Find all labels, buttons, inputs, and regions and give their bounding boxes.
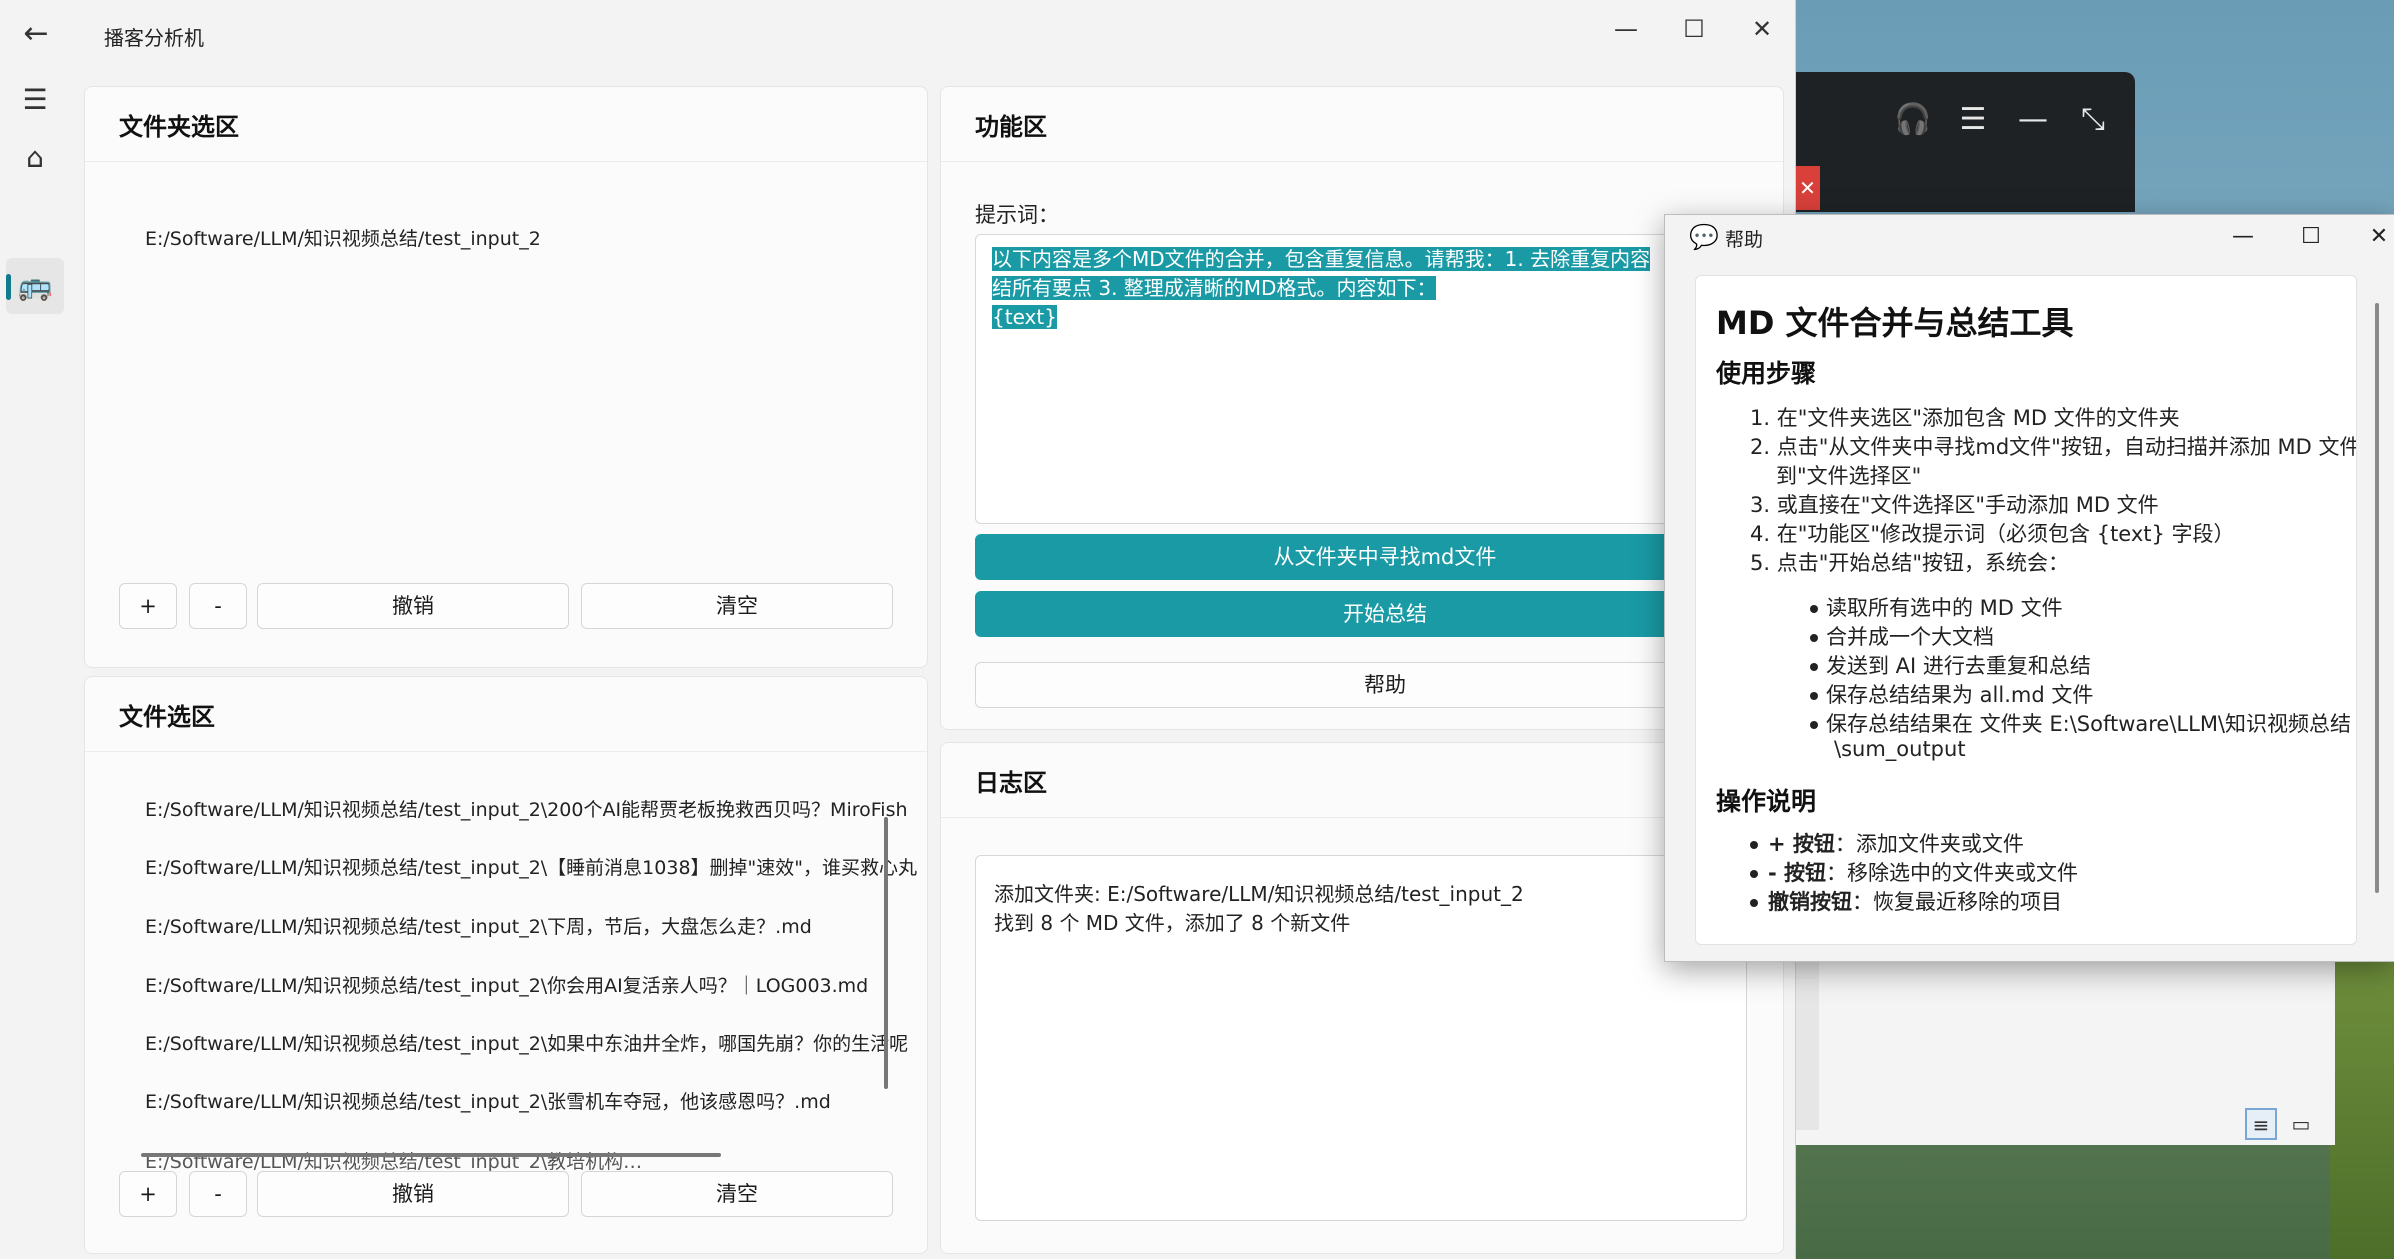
headset-icon[interactable]: 🎧 — [1893, 100, 1933, 140]
file-list-item[interactable]: E:/Software/LLM/知识视频总结/test_input_2\200个… — [145, 795, 908, 822]
maximize-button[interactable]: ☐ — [1664, 8, 1724, 50]
help-step: 2. 点击"从文件夹中寻找md文件"按钮，自动扫描并添加 MD 文件 — [1750, 435, 2357, 459]
help-maximize-button[interactable]: ☐ — [2281, 217, 2341, 257]
help-scrollbar[interactable] — [2375, 303, 2379, 893]
folder-list-item[interactable]: E:/Software/LLM/知识视频总结/test_input_2 — [145, 224, 541, 251]
background-window-titlebar: 🎧 ☰ — ⤡ — [1795, 72, 2135, 212]
log-output[interactable]: 添加文件夹: E:/Software/LLM/知识视频总结/test_input… — [975, 855, 1747, 1221]
add-file-button[interactable]: + — [119, 1171, 177, 1217]
log-line: 添加文件夹: E:/Software/LLM/知识视频总结/test_input… — [994, 882, 1524, 906]
help-step: 1. 在"文件夹选区"添加包含 MD 文件的文件夹 — [1750, 406, 2180, 430]
view-page-icon[interactable]: ▭ — [2285, 1108, 2317, 1140]
file-list-item[interactable]: E:/Software/LLM/知识视频总结/test_input_2\【睡前消… — [145, 853, 917, 880]
help-step: 5. 点击"开始总结"按钮，系统会： — [1750, 551, 2070, 575]
file-list-vscrollbar[interactable] — [884, 817, 888, 1089]
main-window: ← 播客分析机 — ☐ ✕ ☰ ⌂ 🚌 文件夹选区 E:/Software/LL… — [0, 0, 1796, 1259]
minimize-icon[interactable]: — — [2013, 100, 2053, 140]
list-add-icon[interactable]: ☰ — [1953, 100, 1993, 140]
help-op: - 按钮：移除选中的文件夹或文件 — [1750, 857, 2078, 887]
help-step: 4. 在"功能区"修改提示词（必须包含 {text} 字段） — [1750, 522, 2235, 546]
prompt-line: 以下内容是多个MD文件的合并，包含重复信息。请帮我：1. 去除重复内容 — [992, 247, 1651, 271]
remove-file-button[interactable]: - — [189, 1171, 247, 1217]
collapse-icon[interactable]: ⤡ — [2073, 100, 2113, 140]
minimize-button[interactable]: — — [1596, 8, 1656, 50]
prompt-text: 以下内容是多个MD文件的合并，包含重复信息。请帮我：1. 去除重复内容 结所有要… — [992, 245, 1651, 332]
background-close-tab[interactable]: ✕ — [1795, 166, 1820, 210]
close-button[interactable]: ✕ — [1732, 8, 1792, 50]
help-window: 💬 帮助 — ☐ ✕ MD 文件合并与总结工具 使用步骤 1. 在"文件夹选区"… — [1664, 214, 2394, 962]
folder-card: 文件夹选区 E:/Software/LLM/知识视频总结/test_input_… — [84, 86, 928, 668]
desktop-wallpaper-grass — [2330, 960, 2394, 1259]
help-section-ops: 操作说明 — [1716, 787, 1817, 816]
help-substep: 保存总结结果在 文件夹 E:\Software\LLM\知识视频总结 — [1810, 708, 2351, 738]
function-card-title: 功能区 — [975, 113, 1047, 141]
help-content[interactable]: MD 文件合并与总结工具 使用步骤 1. 在"文件夹选区"添加包含 MD 文件的… — [1695, 275, 2357, 945]
help-substep: 发送到 AI 进行去重复和总结 — [1810, 650, 2091, 680]
file-list-item[interactable]: E:/Software/LLM/知识视频总结/test_input_2\你会用A… — [145, 971, 868, 998]
find-md-button[interactable]: 从文件夹中寻找md文件 — [975, 534, 1783, 580]
log-card: 日志区 添加文件夹: E:/Software/LLM/知识视频总结/test_i… — [940, 742, 1784, 1254]
clear-file-button[interactable]: 清空 — [581, 1171, 893, 1217]
prompt-line: 结所有要点 3. 整理成清晰的MD格式。内容如下： — [992, 276, 1437, 300]
help-substep: 读取所有选中的 MD 文件 — [1810, 592, 2063, 622]
add-folder-button[interactable]: + — [119, 583, 177, 629]
log-line: 找到 8 个 MD 文件，添加了 8 个新文件 — [994, 911, 1351, 935]
divider — [85, 751, 927, 752]
bus-icon[interactable]: 🚌 — [6, 258, 64, 314]
divider — [85, 161, 927, 162]
app-title: 播客分析机 — [104, 26, 204, 50]
help-window-title: 帮助 — [1725, 229, 1764, 251]
help-heading: MD 文件合并与总结工具 — [1716, 304, 2074, 342]
menu-icon[interactable]: ☰ — [6, 72, 64, 128]
file-list-hscrollbar[interactable] — [141, 1153, 721, 1157]
help-substep: 保存总结结果为 all.md 文件 — [1810, 679, 2093, 709]
file-list-item[interactable]: E:/Software/LLM/知识视频总结/test_input_2\教培机构… — [145, 1147, 642, 1174]
help-close-button[interactable]: ✕ — [2349, 217, 2394, 257]
help-chat-icon: 💬 — [1689, 223, 1719, 251]
help-substep: 合并成一个大文档 — [1810, 621, 1994, 651]
help-step: 到"文件选择区" — [1776, 464, 1922, 488]
help-substep: \sum_output — [1834, 737, 1966, 761]
home-icon[interactable]: ⌂ — [6, 130, 64, 186]
file-list-item[interactable]: E:/Software/LLM/知识视频总结/test_input_2\张雪机车… — [145, 1087, 831, 1114]
undo-folder-button[interactable]: 撤销 — [257, 583, 569, 629]
file-card-title: 文件选区 — [119, 703, 215, 731]
help-button[interactable]: 帮助 — [975, 662, 1783, 708]
view-list-icon[interactable]: ≡ — [2245, 1108, 2277, 1140]
undo-file-button[interactable]: 撤销 — [257, 1171, 569, 1217]
file-card: 文件选区 E:/Software/LLM/知识视频总结/test_input_2… — [84, 676, 928, 1254]
title-bar: ← 播客分析机 — ☐ ✕ — [0, 0, 1795, 72]
help-section-steps: 使用步骤 — [1716, 359, 1817, 388]
help-minimize-button[interactable]: — — [2213, 217, 2273, 257]
nav-selection-indicator — [6, 274, 11, 300]
help-op: 撤销按钮：恢复最近移除的项目 — [1750, 886, 2062, 916]
function-card: 功能区 提示词： 以下内容是多个MD文件的合并，包含重复信息。请帮我：1. 去除… — [940, 86, 1784, 730]
remove-folder-button[interactable]: - — [189, 583, 247, 629]
prompt-line: {text} — [992, 305, 1057, 329]
file-list-item[interactable]: E:/Software/LLM/知识视频总结/test_input_2\如果中东… — [145, 1029, 908, 1056]
background-scrollbar[interactable] — [1795, 950, 1819, 1130]
folder-card-title: 文件夹选区 — [119, 113, 239, 141]
clear-folder-button[interactable]: 清空 — [581, 583, 893, 629]
start-summary-button[interactable]: 开始总结 — [975, 591, 1783, 637]
prompt-label: 提示词： — [975, 203, 1059, 227]
help-step: 3. 或直接在"文件选择区"手动添加 MD 文件 — [1750, 493, 2159, 517]
file-list-item[interactable]: E:/Software/LLM/知识视频总结/test_input_2\下周，节… — [145, 912, 812, 939]
background-window-body: ≡ ▭ — [1795, 950, 2335, 1145]
nav-pane: ☰ ⌂ 🚌 — [0, 72, 70, 1259]
divider — [941, 161, 1783, 162]
log-card-title: 日志区 — [975, 769, 1047, 797]
arrow-left-icon[interactable]: ← — [16, 14, 56, 54]
divider — [941, 817, 1783, 818]
help-op: + 按钮：添加文件夹或文件 — [1750, 828, 2024, 858]
prompt-textarea[interactable]: 以下内容是多个MD文件的合并，包含重复信息。请帮我：1. 去除重复内容 结所有要… — [975, 234, 1775, 524]
